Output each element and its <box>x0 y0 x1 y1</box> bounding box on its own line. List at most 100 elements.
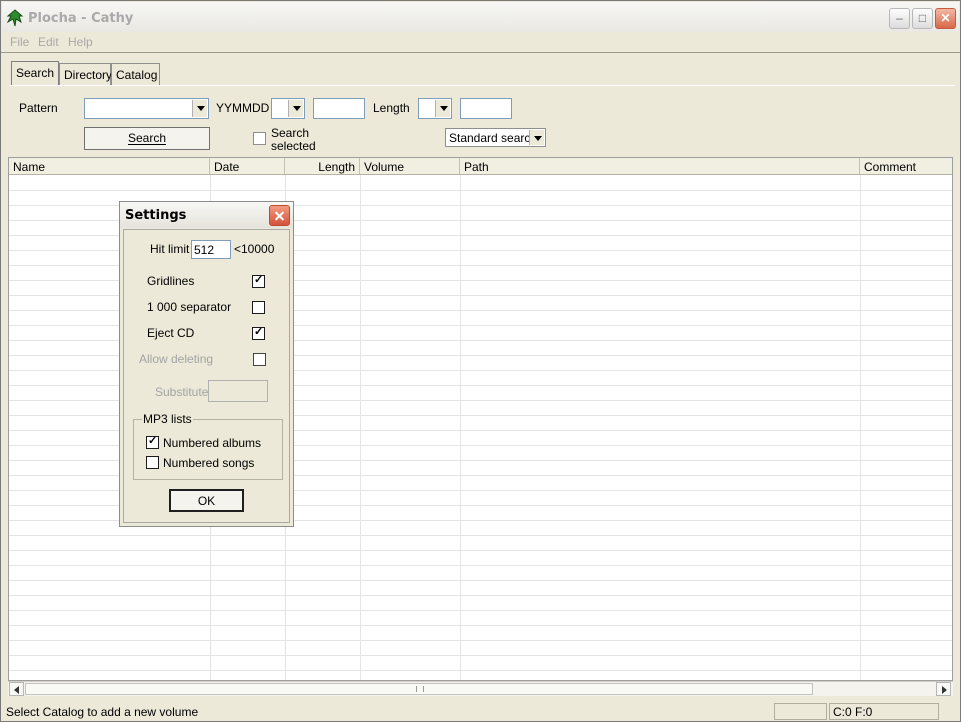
tab-catalog-label: Catalog <box>116 68 158 82</box>
menu-edit[interactable]: Edit <box>38 35 59 49</box>
column-divider <box>860 175 861 680</box>
checkmark-icon: ✓ <box>254 326 264 338</box>
allow-deleting-checkbox[interactable] <box>253 353 266 366</box>
table-row-line <box>9 190 952 191</box>
maximize-button[interactable]: □ <box>912 8 933 29</box>
table-row-line <box>9 550 952 551</box>
search-mode-select[interactable]: Standard search <box>445 128 546 147</box>
column-path-label: Path <box>464 160 489 174</box>
maximize-icon: □ <box>918 11 927 25</box>
separator-checkbox[interactable] <box>252 301 265 314</box>
main-window: Plocha - Cathy – □ ✕ File Edit Help Sear… <box>0 0 961 722</box>
numbered-songs-checkbox[interactable] <box>146 456 159 469</box>
chevron-down-icon[interactable] <box>192 100 207 117</box>
menu-bar: File Edit Help <box>2 32 959 52</box>
search-selected-label-2: selected <box>271 139 316 153</box>
menu-file[interactable]: File <box>10 35 29 49</box>
hit-limit-field[interactable]: 512 <box>191 240 231 259</box>
eject-cd-label: Eject CD <box>147 326 195 340</box>
close-icon: ✕ <box>940 11 951 25</box>
tab-search-label: Search <box>16 66 55 80</box>
menu-help[interactable]: Help <box>68 35 93 49</box>
search-button-label: Search <box>127 131 167 145</box>
mp3-lists-group: MP3 lists ✓ Numbered albums Numbered son… <box>133 412 283 480</box>
length-operator-combo[interactable] <box>418 98 452 119</box>
ok-button-label: OK <box>197 494 216 508</box>
column-length-label: Length <box>318 160 355 174</box>
allow-deleting-label: Allow deleting <box>139 352 214 366</box>
minimize-button[interactable]: – <box>889 8 910 29</box>
search-selected-checkbox[interactable] <box>253 132 266 145</box>
scroll-left-button[interactable] <box>9 682 24 696</box>
hit-limit-value: 512 <box>194 243 215 257</box>
tab-panel-top <box>9 85 955 86</box>
status-bar: Select Catalog to add a new volume C:0 F… <box>2 703 959 721</box>
numbered-albums-checkbox[interactable]: ✓ <box>146 435 159 449</box>
scroll-right-button[interactable] <box>936 682 951 696</box>
chevron-down-icon[interactable] <box>529 130 544 145</box>
gridlines-checkbox[interactable]: ✓ <box>252 274 265 288</box>
chevron-down-icon[interactable] <box>288 100 303 117</box>
dialog-close-button[interactable] <box>269 205 290 226</box>
column-header-length[interactable]: Length <box>285 158 360 175</box>
table-row-line <box>9 535 952 536</box>
scroll-thumb[interactable] <box>25 683 813 695</box>
app-icon <box>6 9 24 27</box>
chevron-down-icon[interactable] <box>435 100 450 117</box>
checkmark-icon: ✓ <box>254 274 264 286</box>
dialog-body: Hit limit 512 <10000 Gridlines ✓ 1 000 s… <box>123 229 290 523</box>
mp3-lists-label: MP3 lists <box>142 412 193 426</box>
hit-limit-label: Hit limit <box>150 242 190 256</box>
column-header-path[interactable]: Path <box>460 158 860 175</box>
settings-dialog: Settings Hit limit 512 <10000 Gridlines … <box>119 201 294 527</box>
table-row-line <box>9 670 952 671</box>
column-date-label: Date <box>214 160 240 174</box>
column-header-volume[interactable]: Volume <box>360 158 460 175</box>
close-button[interactable]: ✕ <box>935 8 956 29</box>
tab-directory-label: Directory <box>64 68 113 82</box>
numbered-albums-label: Numbered albums <box>163 436 262 450</box>
search-button[interactable]: Search <box>84 127 210 150</box>
column-volume-label: Volume <box>364 160 405 174</box>
status-message: Select Catalog to add a new volume <box>6 705 199 719</box>
window-title: Plocha - Cathy <box>28 11 134 26</box>
pattern-label: Pattern <box>19 101 58 115</box>
length-label: Length <box>373 101 410 115</box>
date-operator-combo[interactable] <box>271 98 305 119</box>
status-counts: C:0 F:0 <box>833 705 873 719</box>
separator-label: 1 000 separator <box>147 300 232 314</box>
dialog-title-bar[interactable]: Settings <box>120 202 293 228</box>
column-divider <box>360 175 361 680</box>
checkmark-icon: ✓ <box>148 435 158 447</box>
horizontal-scrollbar[interactable] <box>8 681 953 696</box>
tab-directory[interactable]: Directory <box>59 63 113 85</box>
pattern-combo[interactable] <box>84 98 209 119</box>
gridlines-label: Gridlines <box>147 274 195 288</box>
column-header-comment[interactable]: Comment <box>860 158 952 175</box>
minimize-icon: – <box>896 11 903 25</box>
column-header-date[interactable]: Date <box>210 158 285 175</box>
table-row-line <box>9 610 952 611</box>
substitutes-field[interactable] <box>208 380 268 402</box>
ok-button[interactable]: OK <box>169 489 244 512</box>
status-counts-panel: C:0 F:0 <box>829 703 939 720</box>
column-name-label: Name <box>13 160 46 174</box>
table-row-line <box>9 565 952 566</box>
chevron-right-icon <box>942 686 947 694</box>
chevron-left-icon <box>14 686 19 694</box>
search-mode-value: Standard search <box>449 131 538 145</box>
tab-catalog[interactable]: Catalog <box>111 63 160 85</box>
title-bar[interactable]: Plocha - Cathy – □ ✕ <box>2 2 959 32</box>
grip-icon <box>416 686 424 692</box>
date-field[interactable] <box>313 98 365 119</box>
column-comment-label: Comment <box>864 160 917 174</box>
column-header-name[interactable]: Name <box>9 158 210 175</box>
length-field[interactable] <box>460 98 512 119</box>
table-row-line <box>9 655 952 656</box>
menu-divider <box>1 52 960 53</box>
table-row-line <box>9 595 952 596</box>
table-row-line <box>9 625 952 626</box>
eject-cd-checkbox[interactable]: ✓ <box>252 326 265 340</box>
column-divider <box>460 175 461 680</box>
tab-search[interactable]: Search <box>11 61 59 85</box>
